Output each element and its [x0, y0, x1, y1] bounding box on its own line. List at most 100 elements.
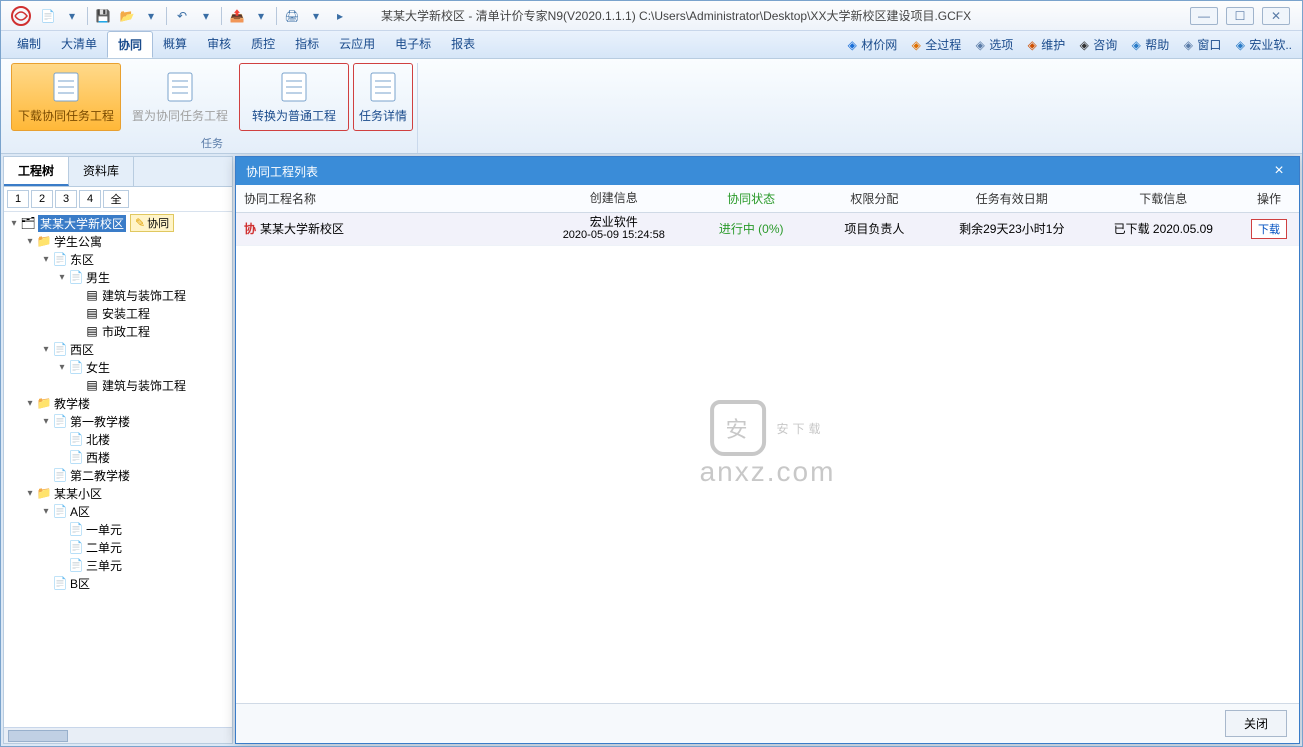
- menu-right-咨询[interactable]: ◈咨询: [1073, 34, 1121, 55]
- minimize-button[interactable]: ―: [1190, 7, 1218, 25]
- menu-right-宏业软..[interactable]: ◈宏业软..: [1229, 34, 1296, 55]
- ribbon-下载协同任务工程[interactable]: 下载协同任务工程: [11, 63, 121, 131]
- table-row[interactable]: 协 某某大学新校区 宏业软件 2020-05-09 15:24:58 进行中 (…: [236, 213, 1299, 246]
- doc-icon: 📄: [52, 252, 68, 266]
- open-icon[interactable]: 📂: [116, 5, 138, 27]
- tree-node[interactable]: ▾📄男生: [4, 268, 232, 286]
- menu-报表[interactable]: 报表: [441, 31, 485, 58]
- menu-right-帮助[interactable]: ◈帮助: [1125, 34, 1173, 55]
- redo-icon[interactable]: ▾: [195, 5, 217, 27]
- horizontal-scrollbar[interactable]: [4, 727, 232, 743]
- menu-right-全过程[interactable]: ◈全过程: [905, 34, 965, 55]
- col-header[interactable]: 权限分配: [813, 190, 936, 207]
- tree-node[interactable]: ▾📄A区: [4, 502, 232, 520]
- col-header[interactable]: 协同状态: [690, 190, 813, 207]
- ribbon-转换为普通工程[interactable]: 转换为普通工程: [239, 63, 349, 131]
- menu-概算[interactable]: 概算: [153, 31, 197, 58]
- close-icon[interactable]: ×: [1269, 161, 1289, 181]
- expand-icon[interactable]: ▸: [329, 5, 351, 27]
- new-icon[interactable]: 📄: [37, 5, 59, 27]
- menu-bar: 编制大清单协同概算审核质控指标云应用电子标报表 ◈材价网◈全过程◈选项◈维护◈咨…: [1, 31, 1302, 59]
- tree-twisty-icon[interactable]: ▾: [40, 506, 52, 517]
- menu-right-窗口[interactable]: ◈窗口: [1177, 34, 1225, 55]
- tree-node[interactable]: ▾🗂某某大学新校区✎协同: [4, 214, 232, 232]
- tree-twisty-icon[interactable]: ▾: [8, 218, 20, 229]
- left-tab-资料库[interactable]: 资料库: [69, 157, 134, 186]
- project-name: 某某大学新校区: [260, 220, 344, 237]
- menu-审核[interactable]: 审核: [197, 31, 241, 58]
- col-header[interactable]: 创建信息: [538, 191, 689, 205]
- tree-node[interactable]: ▾📁学生公寓: [4, 232, 232, 250]
- tree-node[interactable]: 📄西楼: [4, 448, 232, 466]
- project-tree[interactable]: ▾🗂某某大学新校区✎协同▾📁学生公寓▾📄东区▾📄男生▤建筑与装饰工程▤安装工程▤…: [4, 212, 232, 727]
- num-tab-2[interactable]: 2: [31, 190, 53, 208]
- menu-编制[interactable]: 编制: [7, 31, 51, 58]
- sheet-icon: ▤: [84, 288, 100, 302]
- menu-质控[interactable]: 质控: [241, 31, 285, 58]
- tree-node[interactable]: ▤市政工程: [4, 322, 232, 340]
- tree-twisty-icon[interactable]: ▾: [24, 398, 36, 409]
- tree-twisty-icon[interactable]: ▾: [24, 236, 36, 247]
- left-tab-工程树[interactable]: 工程树: [4, 157, 69, 186]
- tree-node[interactable]: 📄北楼: [4, 430, 232, 448]
- col-header[interactable]: 任务有效日期: [936, 190, 1087, 207]
- tree-twisty-icon[interactable]: ▾: [24, 488, 36, 499]
- ribbon-置为协同任务工程: 置为协同任务工程: [125, 63, 235, 131]
- col-header[interactable]: 操作: [1239, 190, 1299, 207]
- undo-icon[interactable]: ↶: [171, 5, 193, 27]
- tree-twisty-icon[interactable]: ▾: [56, 272, 68, 283]
- menu-right-选项[interactable]: ◈选项: [969, 34, 1017, 55]
- expire: 剩余29天23小时1分: [936, 218, 1087, 239]
- tree-node[interactable]: ▾📁教学楼: [4, 394, 232, 412]
- export-icon[interactable]: 📤: [226, 5, 248, 27]
- num-tab-全[interactable]: 全: [103, 190, 129, 208]
- col-header[interactable]: 协同工程名称: [236, 190, 538, 207]
- tree-node[interactable]: ▾📄女生: [4, 358, 232, 376]
- menu-大清单[interactable]: 大清单: [51, 31, 107, 58]
- download-button[interactable]: 下载: [1251, 219, 1287, 239]
- dropdown-icon[interactable]: ▾: [250, 5, 272, 27]
- close-button[interactable]: ✕: [1262, 7, 1290, 25]
- menu-云应用[interactable]: 云应用: [329, 31, 385, 58]
- close-button[interactable]: 关闭: [1225, 710, 1287, 737]
- num-tab-4[interactable]: 4: [79, 190, 101, 208]
- doc-icon: 📄: [52, 414, 68, 428]
- ribbon-group-label: 任务: [201, 133, 223, 153]
- tree-node[interactable]: ▾📄西区: [4, 340, 232, 358]
- menu-指标[interactable]: 指标: [285, 31, 329, 58]
- print-icon[interactable]: 🖨: [281, 5, 303, 27]
- save-icon[interactable]: 💾: [92, 5, 114, 27]
- tree-node[interactable]: ▤安装工程: [4, 304, 232, 322]
- maximize-button[interactable]: ☐: [1226, 7, 1254, 25]
- tree-twisty-icon[interactable]: ▾: [40, 344, 52, 355]
- tree-twisty-icon[interactable]: ▾: [40, 416, 52, 427]
- tree-node[interactable]: ▾📄第一教学楼: [4, 412, 232, 430]
- tree-node[interactable]: 📄二单元: [4, 538, 232, 556]
- tree-node[interactable]: ▤建筑与装饰工程: [4, 376, 232, 394]
- menu-电子标[interactable]: 电子标: [385, 31, 441, 58]
- collab-icon: 协: [244, 220, 256, 237]
- dropdown-icon[interactable]: ▾: [61, 5, 83, 27]
- tree-node[interactable]: ▤建筑与装饰工程: [4, 286, 232, 304]
- dropdown-icon[interactable]: ▾: [140, 5, 162, 27]
- dropdown-icon[interactable]: ▾: [305, 5, 327, 27]
- tree-node[interactable]: 📄B区: [4, 574, 232, 592]
- tree-node[interactable]: ▾📄东区: [4, 250, 232, 268]
- download-info: 已下载 2020.05.09: [1088, 218, 1239, 239]
- tree-node[interactable]: ▾📁某某小区: [4, 484, 232, 502]
- tree-node[interactable]: 📄第二教学楼: [4, 466, 232, 484]
- menu-协同[interactable]: 协同: [107, 31, 153, 58]
- num-tab-3[interactable]: 3: [55, 190, 77, 208]
- ribbon: 下载协同任务工程置为协同任务工程转换为普通工程任务详情 任务: [1, 59, 1302, 154]
- menu-right-材价网[interactable]: ◈材价网: [841, 34, 901, 55]
- tree-node[interactable]: 📄一单元: [4, 520, 232, 538]
- ribbon-任务详情[interactable]: 任务详情: [353, 63, 413, 131]
- num-tab-1[interactable]: 1: [7, 190, 29, 208]
- project-icon: 🗂: [20, 216, 36, 230]
- tree-node[interactable]: 📄三单元: [4, 556, 232, 574]
- tree-label: 一单元: [86, 521, 122, 538]
- tree-twisty-icon[interactable]: ▾: [56, 362, 68, 373]
- tree-twisty-icon[interactable]: ▾: [40, 254, 52, 265]
- menu-right-维护[interactable]: ◈维护: [1021, 34, 1069, 55]
- col-header[interactable]: 下载信息: [1088, 190, 1239, 207]
